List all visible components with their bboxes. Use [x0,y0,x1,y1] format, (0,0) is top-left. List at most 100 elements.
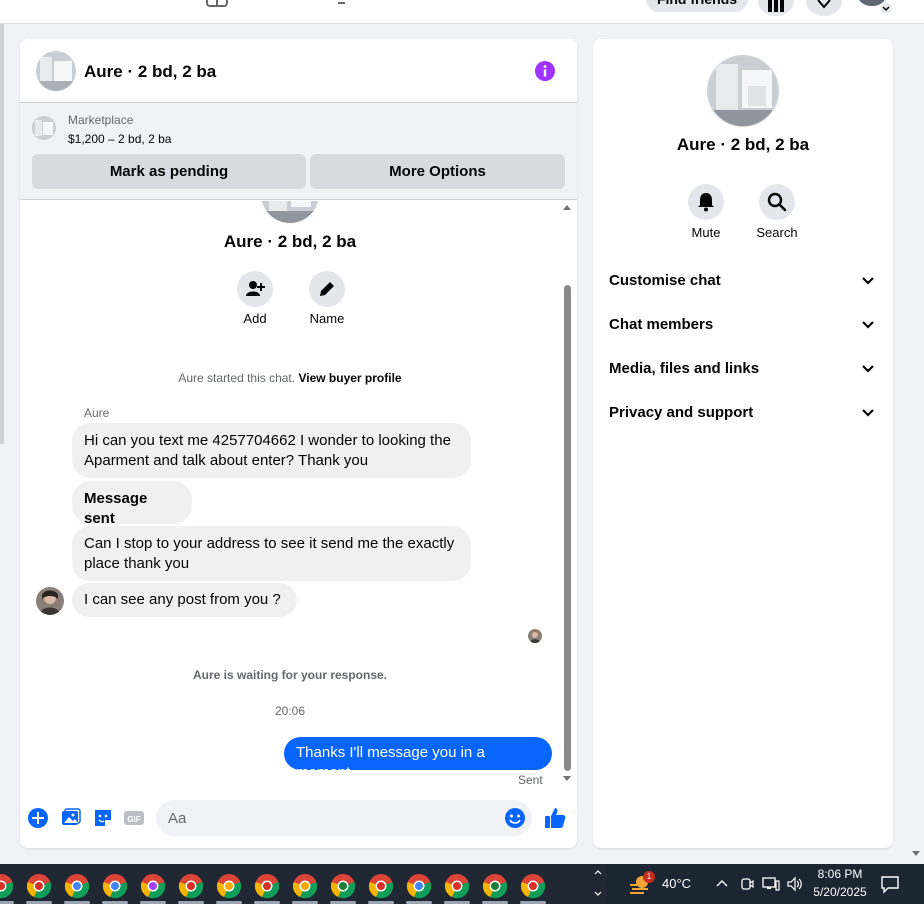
weather-alert-badge: 1 [643,871,655,883]
incoming-message-bubble[interactable]: Can I stop to your address to see it sen… [72,526,471,581]
menu-button[interactable] [758,0,794,16]
messenger-button[interactable] [806,0,842,16]
chevron-down-icon [862,277,874,285]
add-person-icon [246,281,265,296]
account-avatar-icon[interactable] [856,0,892,14]
seen-indicator-avatar [528,629,542,643]
info-avatar [707,55,779,127]
search-button[interactable] [759,184,795,220]
chrome-taskbar-icon[interactable] [140,873,166,899]
groups-nav-icon[interactable] [324,0,346,8]
emoji-icon[interactable] [504,807,526,829]
message-input[interactable] [156,800,532,836]
name-chat-button[interactable] [309,271,345,307]
chat-title[interactable]: Aure · 2 bd, 2 ba [84,62,216,82]
temperature[interactable]: 40°C [662,876,691,891]
chrome-taskbar-icon[interactable] [0,873,14,899]
chat-started-notice: Aure started this chat. View buyer profi… [20,371,560,385]
chat-members-section[interactable]: Chat members [593,303,893,347]
left-edge-strip [0,24,4,444]
thread-scrollbar-thumb[interactable] [564,285,571,771]
system-tray: 1 40°C 8:06 PM 5/20/2025 [606,864,924,904]
grid-menu-icon [768,0,784,12]
message-timestamp: 20:06 [274,704,306,718]
messenger-icon [817,0,831,9]
chrome-taskbar-icon[interactable] [178,873,204,899]
sender-avatar[interactable] [36,587,64,615]
gif-icon[interactable]: GIF [123,807,145,829]
search-label: Search [756,225,798,240]
notifications-icon[interactable] [880,874,900,894]
chat-info-panel: Aure · 2 bd, 2 ba Mute Search Customise … [593,39,893,848]
profile-name: Aure · 2 bd, 2 ba [223,232,357,251]
chevron-up-icon[interactable] [716,879,728,887]
marketplace-label: Marketplace [68,113,134,127]
media-files-links-section[interactable]: Media, files and links [593,347,893,391]
taskbar-scroll-arrows-icon[interactable] [594,866,602,900]
network-icon[interactable] [762,876,780,892]
sticker-icon[interactable] [92,807,114,829]
svg-text:GIF: GIF [127,815,140,824]
sent-status: Sent [518,773,543,787]
chrome-taskbar-icon[interactable] [444,873,470,899]
customise-chat-section[interactable]: Customise chat [593,259,893,303]
waiting-response-notice: Aure is waiting for your response. [192,668,388,682]
name-chat-label: Name [309,311,345,326]
section-label: Chat members [609,316,714,333]
thread-scroll-up-arrow[interactable] [563,205,571,210]
chevron-down-icon [862,365,874,373]
chrome-taskbar-icon[interactable] [520,873,546,899]
thumbs-up-icon[interactable] [543,806,567,830]
outgoing-message-bubble[interactable]: Thanks I'll message you in a moment [284,737,552,781]
chat-started-text: Aure started this chat. [178,371,296,385]
more-options-button[interactable]: More Options [310,154,565,189]
info-name: Aure · 2 bd, 2 ba [676,135,810,154]
mark-as-pending-button[interactable]: Mark as pending [32,154,306,189]
clock-date[interactable]: 5/20/2025 [806,885,874,899]
incoming-message-bubble[interactable]: I can see any post from you ? [72,583,297,617]
profile-avatar [261,201,319,223]
mute-button[interactable] [688,184,724,220]
chrome-taskbar-icon[interactable] [26,873,52,899]
chrome-taskbar-icon[interactable] [330,873,356,899]
listing-avatar[interactable] [36,51,76,91]
listing-thumbnail[interactable] [32,116,56,140]
chrome-taskbar-icon[interactable] [292,873,318,899]
sender-name: Aure [84,406,110,420]
add-people-button[interactable] [237,271,273,307]
chrome-taskbar-icon[interactable] [64,873,90,899]
incoming-message-bubble[interactable]: Hi can you text me 4257704662 I wonder t… [72,423,471,478]
plus-icon[interactable] [27,807,49,829]
section-label: Privacy and support [609,404,754,421]
mute-label: Mute [691,225,721,240]
incoming-message-bubble[interactable]: Message sent [72,481,192,527]
facebook-top-bar: Find friends [0,0,924,24]
find-friends-button[interactable]: Find friends [646,0,748,12]
volume-icon[interactable] [786,876,804,892]
marketplace-nav-icon[interactable] [206,0,228,8]
listing-price[interactable]: $1,200 – 2 bd, 2 ba [68,132,171,146]
chrome-taskbar-icon[interactable] [254,873,280,899]
page-scroll-down-arrow[interactable] [912,851,920,856]
meet-now-icon[interactable] [740,876,754,892]
chrome-taskbar-icon[interactable] [482,873,508,899]
privacy-support-section[interactable]: Privacy and support [593,391,893,435]
marketplace-listing-banner: Marketplace $1,200 – 2 bd, 2 ba Mark as … [20,103,577,200]
view-buyer-profile-link[interactable]: View buyer profile [298,371,401,385]
chevron-down-icon [862,321,874,329]
chrome-taskbar-icon[interactable] [102,873,128,899]
chrome-taskbar-icon[interactable] [406,873,432,899]
chat-header: Aure · 2 bd, 2 ba [20,39,577,103]
chat-panel: Aure · 2 bd, 2 ba Marketplace $1,200 – 2… [20,39,577,848]
message-composer: GIF [20,797,577,841]
chrome-taskbar-icon[interactable] [368,873,394,899]
search-icon [767,192,787,212]
chrome-taskbar-icon[interactable] [216,873,242,899]
clock-time[interactable]: 8:06 PM [812,867,868,881]
message-thread[interactable]: Aure · 2 bd, 2 ba Add Name Aure started … [20,201,577,793]
chevron-down-icon [862,409,874,417]
info-icon[interactable] [534,60,556,82]
bell-icon [698,193,714,212]
thread-scroll-down-arrow[interactable] [563,776,571,781]
photo-icon[interactable] [60,807,82,829]
